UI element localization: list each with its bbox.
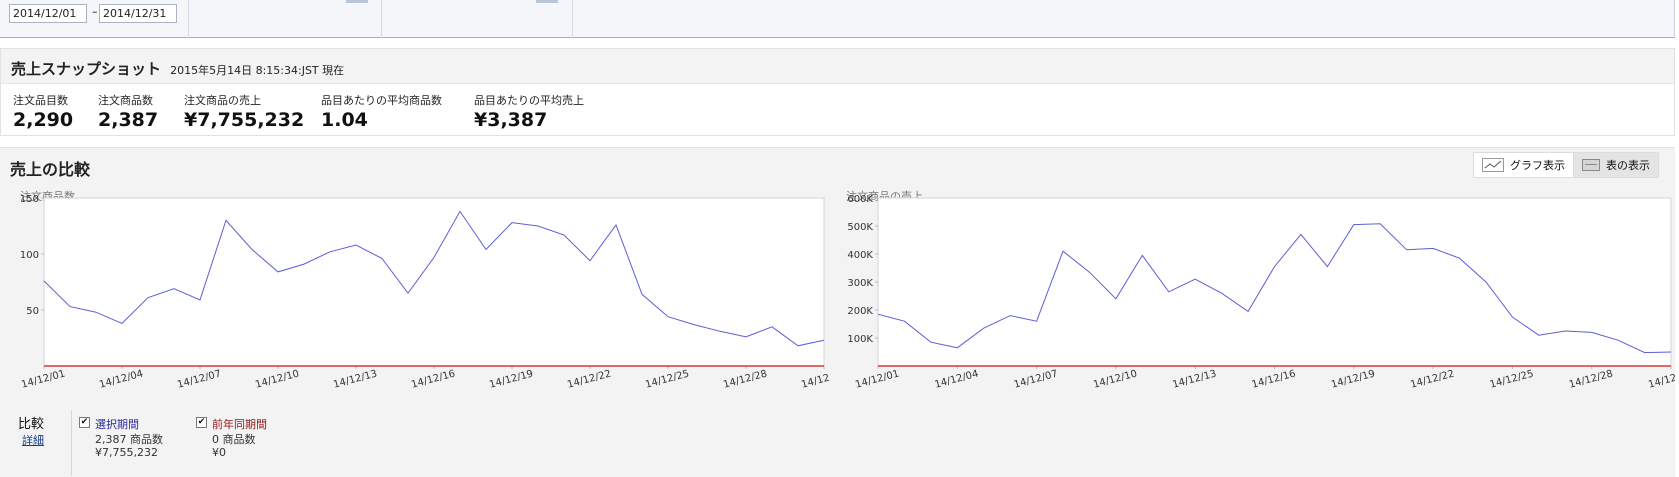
legend-series-name: 前年同期間 <box>212 418 267 431</box>
line-chart-icon <box>1482 158 1504 172</box>
sales-comparison-panel: 売上の比較 グラフ表示 表の表示 注文商品数 50 100 150 14/12/01 1… <box>0 147 1675 477</box>
y-tick-label: 300K <box>847 278 873 289</box>
table-icon <box>1582 159 1600 171</box>
filter-divider <box>572 0 573 38</box>
legend-series-name: 選択期間 <box>95 418 139 431</box>
x-tick-label: 14/12/01 <box>20 368 66 390</box>
y-tick-label: 600K <box>847 194 873 205</box>
selected-period-checkbox[interactable]: ✔ <box>79 417 90 428</box>
table-view-label: 表の表示 <box>1606 159 1650 172</box>
legend-units-line: 2,387 商品数 <box>95 433 163 446</box>
graph-view-label: グラフ表示 <box>1510 159 1565 172</box>
dropdown-handle[interactable] <box>346 0 368 3</box>
date-filter-bar: – <box>0 0 1675 38</box>
y-tick-label: 100 <box>20 250 39 261</box>
snapshot-timestamp: 2015年5月14日 8:15:34:JST 現在 <box>170 64 345 77</box>
metric-label: 品目あたりの平均商品数 <box>321 94 442 107</box>
metric-label: 品目あたりの平均売上 <box>474 94 584 107</box>
sales-chart-container: 注文商品の売上 100K 200K 300K 400K 500K 600K 14/12/01… <box>830 188 1675 408</box>
x-tick-label: 14/12/16 <box>410 368 456 390</box>
metric-label: 注文品目数 <box>13 94 68 107</box>
date-range-separator: – <box>92 5 98 18</box>
metric-value: ¥7,755,232 <box>184 109 305 131</box>
view-toggle: グラフ表示 表の表示 <box>1473 152 1659 178</box>
x-tick-label: 14/12/16 <box>1251 368 1297 390</box>
legend-units-line: 0 商品数 <box>212 433 256 446</box>
metric-order-items: 注文品目数 2,290 <box>13 92 73 131</box>
comparison-title: 売上の比較 <box>10 160 91 179</box>
snapshot-title: 売上スナップショット <box>11 60 162 78</box>
x-tick-label: 14/12/19 <box>1330 368 1376 390</box>
y-tick-label: 500K <box>847 222 873 233</box>
metric-label: 注文商品の売上 <box>184 94 261 107</box>
y-tick-label: 200K <box>847 306 873 317</box>
legend-sales-line: ¥0 <box>212 446 226 459</box>
filter-divider <box>188 0 189 38</box>
x-tick-label: 14/12/22 <box>566 368 612 390</box>
x-tick-label: 14/12/10 <box>254 368 300 390</box>
metric-label: 注文商品数 <box>98 94 153 107</box>
x-tick-label: 14/12/04 <box>934 368 980 390</box>
x-tick-label: 14/12/28 <box>722 368 768 390</box>
legend-divider <box>71 410 72 476</box>
graph-view-button[interactable]: グラフ表示 <box>1473 152 1574 178</box>
metric-value: ¥3,387 <box>474 109 548 131</box>
previous-period-checkbox[interactable]: ✔ <box>196 417 207 428</box>
metric-avg-sales-per-item: 品目あたりの平均売上 ¥3,387 <box>474 92 584 131</box>
table-view-button[interactable]: 表の表示 <box>1574 152 1659 178</box>
plot-area <box>877 197 1672 367</box>
plot-area <box>43 197 825 367</box>
x-tick-label: 14/12/25 <box>1489 368 1535 390</box>
filter-divider <box>381 0 382 38</box>
compare-label: 比較 <box>18 417 45 432</box>
x-tick-label: 14/12/10 <box>1092 368 1138 390</box>
x-tick-label: 14/12/07 <box>1013 368 1059 390</box>
y-tick-label: 400K <box>847 250 873 261</box>
units-chart-container: 注文商品数 50 100 150 14/12/01 14/12/04 14/12/07 14… <box>0 188 830 408</box>
x-tick-label: 14/12/25 <box>644 368 690 390</box>
metric-ordered-sales: 注文商品の売上 ¥7,755,232 <box>184 92 304 131</box>
metric-units-ordered: 注文商品数 2,387 <box>98 92 158 131</box>
y-tick-label: 50 <box>26 306 39 317</box>
comparison-legend: 比較 詳細 ✔ 選択期間 2,387 商品数 ¥7,755,232 ✔ 前年同期… <box>0 410 800 476</box>
x-tick-label: 14/12/19 <box>488 368 534 390</box>
detail-link[interactable]: 詳細 <box>22 432 44 448</box>
units-line-chart: 50 100 150 14/12/01 14/12/04 14/12/07 14/12/10… <box>20 194 830 391</box>
legend-sales-line: ¥7,755,232 <box>95 446 158 459</box>
x-tick-label: 14/12/13 <box>332 368 378 390</box>
start-date-input[interactable] <box>9 4 87 23</box>
x-tick-label: 14/12/31 <box>800 368 830 390</box>
y-tick-label: 150 <box>20 194 39 205</box>
x-tick-label: 14/12/01 <box>854 368 900 390</box>
metric-avg-units-per-item: 品目あたりの平均商品数 1.04 <box>321 92 442 131</box>
x-tick-label: 14/12/13 <box>1171 368 1217 390</box>
x-tick-label: 14/12/22 <box>1409 368 1455 390</box>
sales-snapshot-panel: 売上スナップショット 2015年5月14日 8:15:34:JST 現在 注文品… <box>0 48 1675 136</box>
x-tick-label: 14/12/04 <box>98 368 144 390</box>
x-tick-label: 14/12/07 <box>176 368 222 390</box>
x-tick-label: 14/12/28 <box>1568 368 1614 390</box>
metric-value: 1.04 <box>321 109 368 131</box>
metric-value: 2,387 <box>98 109 159 131</box>
x-tick-label: 14/12/31 <box>1647 368 1675 390</box>
y-tick-label: 100K <box>847 334 873 345</box>
end-date-input[interactable] <box>99 4 177 23</box>
snapshot-header: 売上スナップショット 2015年5月14日 8:15:34:JST 現在 <box>1 49 1674 84</box>
sales-line-chart: 100K 200K 300K 400K 500K 600K 14/12/01 14/12/04… <box>847 194 1675 391</box>
metric-value: 2,290 <box>13 109 74 131</box>
dropdown-handle[interactable] <box>536 0 558 3</box>
